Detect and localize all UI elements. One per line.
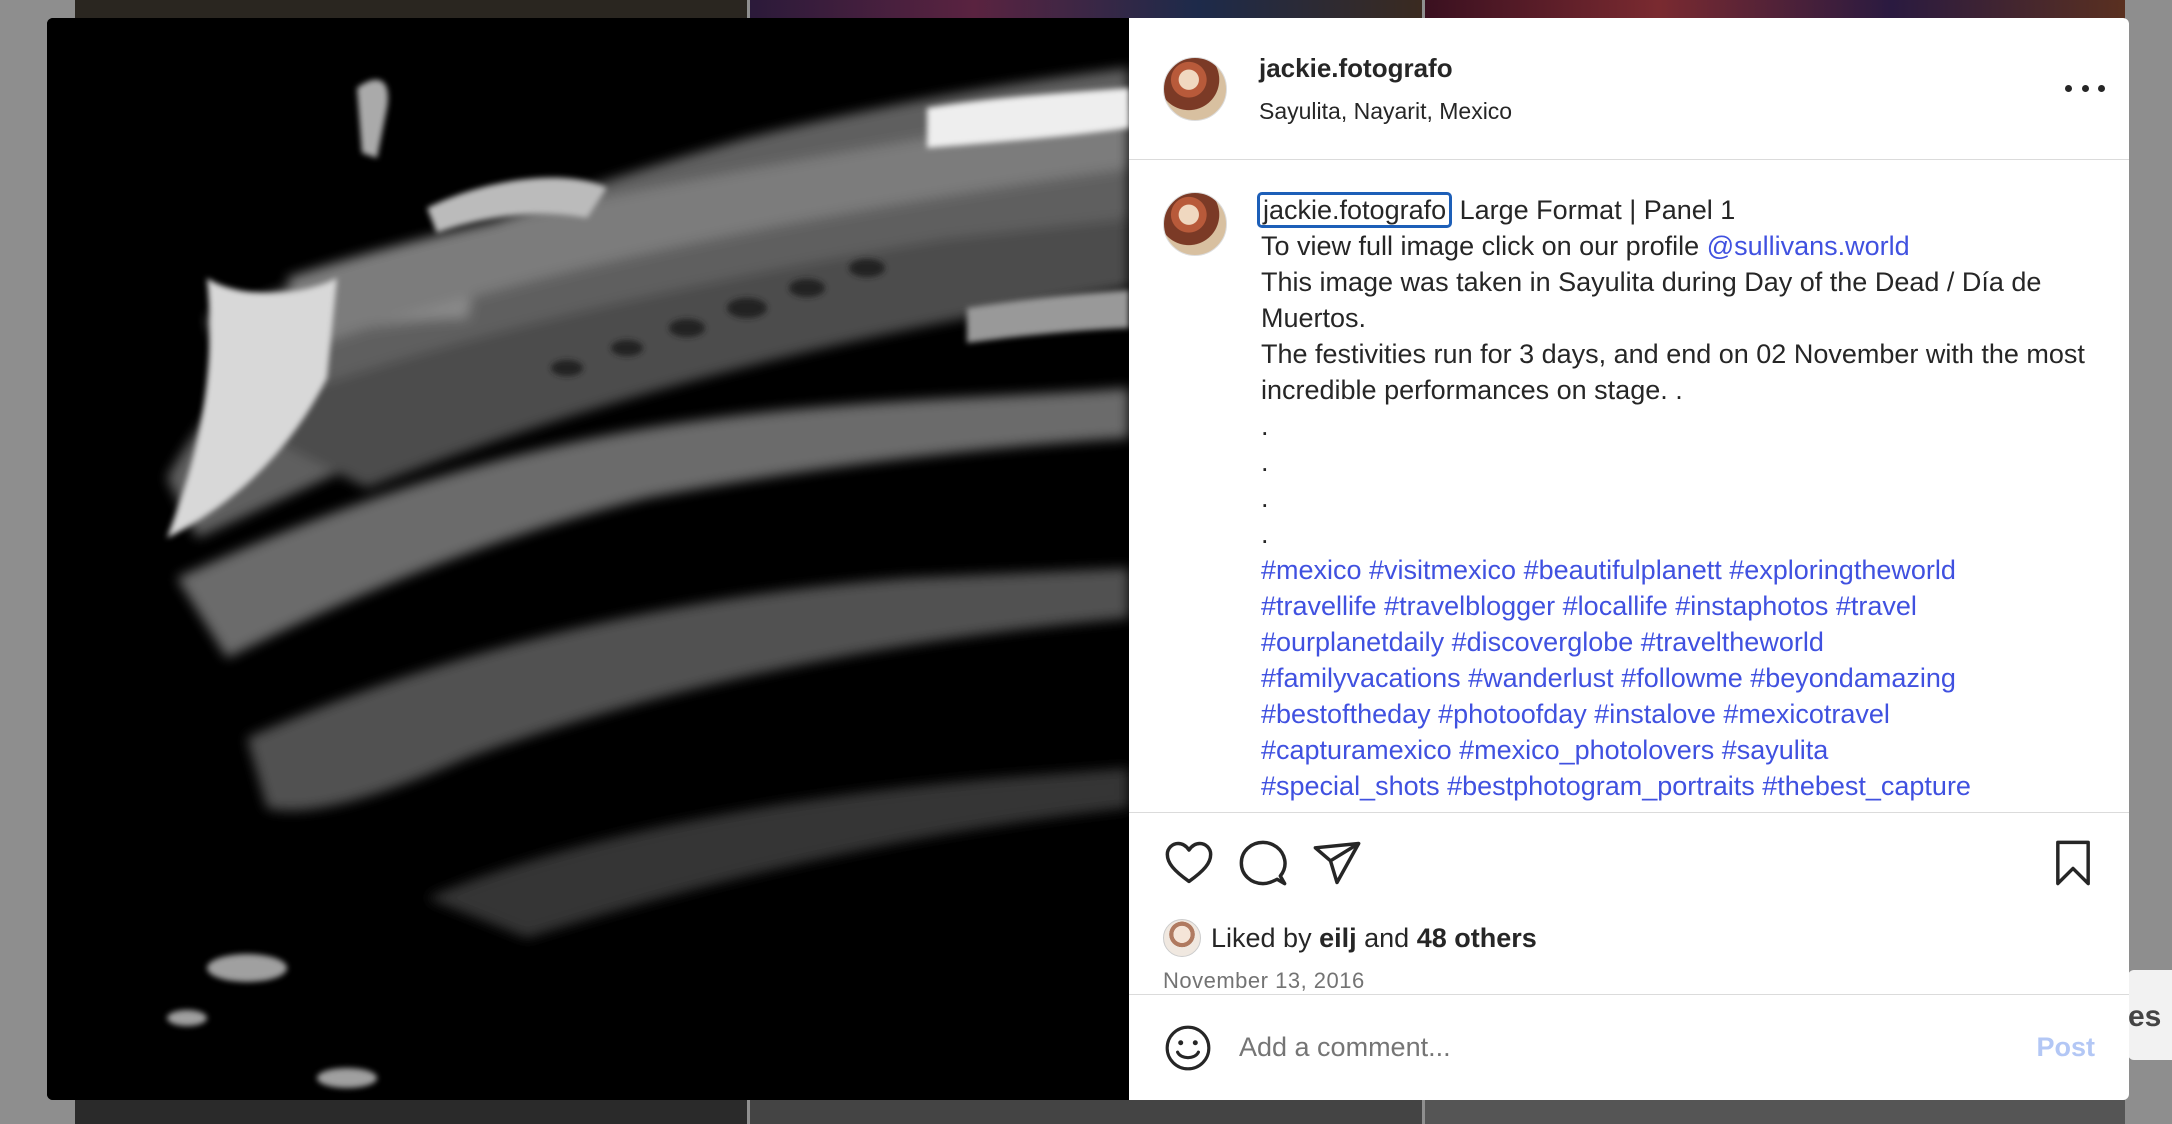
caption-dot: . [1261,447,1269,477]
author-avatar[interactable] [1163,56,1227,121]
post-sidebar: jackie.fotografo Sayulita, Nayarit, Mexi… [1129,18,2129,1100]
photo-image [47,18,1129,1100]
bookmark-icon[interactable] [2047,837,2099,889]
caption-line-profile: To view full image click on our profile [1261,231,1700,261]
paper-plane-icon[interactable] [1311,837,1363,889]
post-date[interactable]: November 13, 2016 [1129,968,2129,994]
feed-thumbnail[interactable] [75,0,747,20]
likes-prefix: Liked by [1211,922,1312,953]
caption-author-avatar[interactable] [1163,192,1227,256]
hashtag-line[interactable]: #capturamexico #mexico_photolovers #sayu… [1261,732,2091,768]
caption-section: jackie.fotografo Large Format | Panel 1 … [1129,160,2129,812]
liker-username[interactable]: eilj [1319,923,1357,953]
author-username[interactable]: jackie.fotografo [1259,53,1512,84]
caption-dot: . [1261,519,1269,549]
liker-avatar[interactable] [1163,919,1201,957]
post-actions [1129,812,2129,912]
comment-bar: Post [1129,994,2129,1100]
comment-input[interactable] [1239,1032,2037,1063]
caption-username[interactable]: jackie.fotografo [1257,192,1453,228]
feed-thumbnail[interactable] [75,1100,747,1124]
smiley-icon[interactable] [1163,1023,1213,1073]
more-options-icon[interactable] [2065,79,2105,99]
likes-and: and [1364,922,1410,953]
post-header: jackie.fotografo Sayulita, Nayarit, Mexi… [1129,18,2129,160]
hashtag-line[interactable]: #travellife #travelblogger #locallife #i… [1261,588,2091,624]
caption-dot: . [1261,483,1269,513]
post-modal: jackie.fotografo Sayulita, Nayarit, Mexi… [47,18,2129,1100]
feed-thumbnail[interactable] [750,1100,1422,1124]
hashtag-line[interactable]: #ourplanetdaily #discoverglobe #travelth… [1261,624,2091,660]
post-location[interactable]: Sayulita, Nayarit, Mexico [1259,98,1512,125]
side-panel-text: es [2128,1000,2162,1033]
heart-icon[interactable] [1163,837,1215,889]
feed-thumbnail[interactable] [750,0,1422,20]
feed-thumbnail[interactable] [1425,1100,2125,1124]
mention-link[interactable]: @sullivans.world [1707,231,1910,261]
post-photo[interactable] [47,18,1129,1100]
hashtag-line[interactable]: #familyvacations #wanderlust #followme #… [1261,660,2091,696]
hashtag-line[interactable]: #bestoftheday #photoofday #instalove #me… [1261,696,2091,732]
caption-line: The festivities run for 3 days, and end … [1261,339,2085,405]
caption-title: Large Format | Panel 1 [1459,195,1736,225]
likes-summary: Liked by eilj and 48 others [1129,914,2129,962]
feed-thumbnail[interactable] [1425,0,2125,20]
post-caption: jackie.fotografo Large Format | Panel 1 … [1257,192,2091,812]
background-side-panel: es [2128,970,2172,1060]
caption-dot: . [1261,411,1269,441]
hashtag-line[interactable]: #mexico #visitmexico #beautifulplanett #… [1261,552,2091,588]
likes-others-link[interactable]: 48 others [1417,923,1537,953]
caption-line: This image was taken in Sayulita during … [1261,267,2042,333]
post-comment-button[interactable]: Post [2036,1032,2095,1063]
hashtag-line[interactable]: #special_shots #bestphotogram_portraits … [1261,768,2091,804]
comment-bubble-icon[interactable] [1237,837,1289,889]
